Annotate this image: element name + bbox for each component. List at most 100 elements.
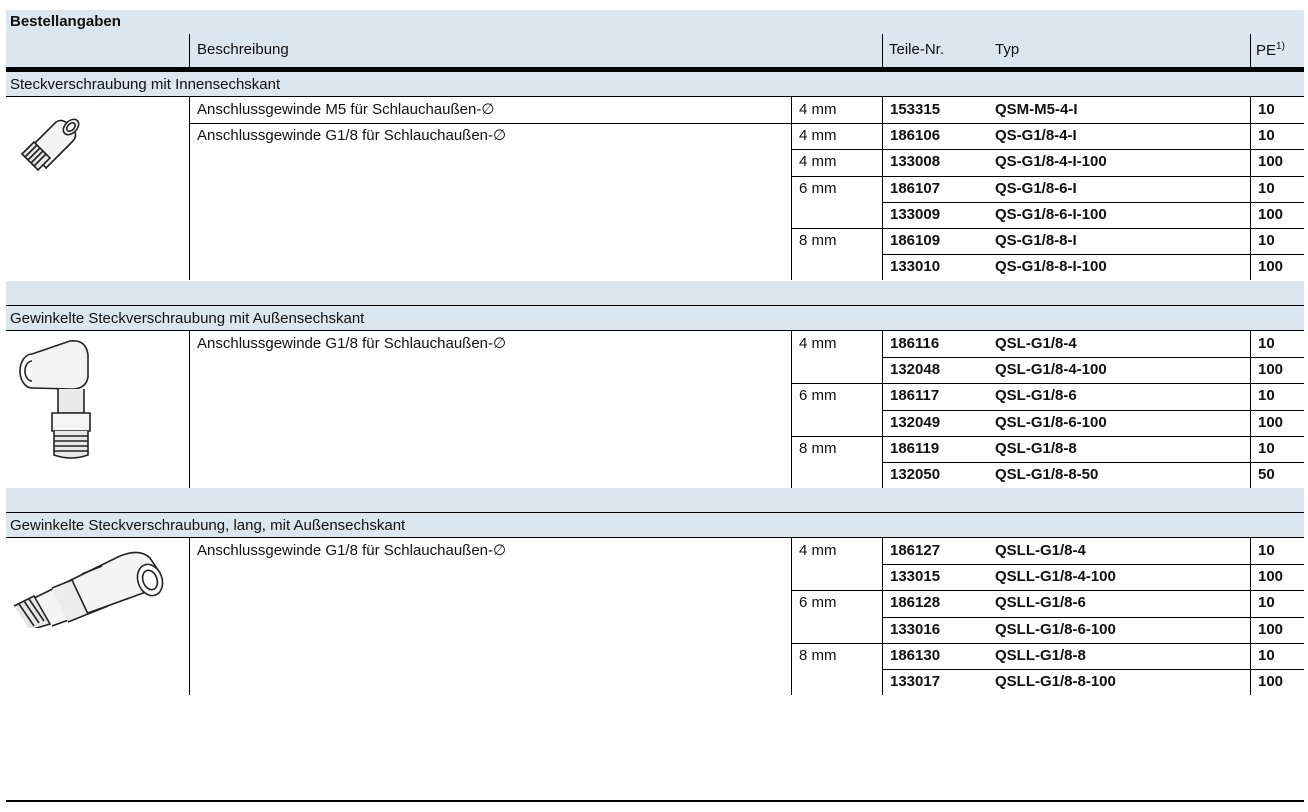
cell-pe: 100 [1258, 206, 1284, 223]
cell-type: QSLL-G1/8-8-100 [995, 673, 1116, 690]
cell-part-number: 186128 [890, 594, 941, 611]
header-typ: Typ [995, 41, 1020, 58]
cell-type: QSL-G1/8-4-100 [995, 361, 1107, 378]
cell-pe: 10 [1258, 232, 1275, 249]
cell-type: QS-G1/8-4-I [995, 127, 1077, 144]
cell-size: 6 mm [799, 594, 837, 611]
cell-size: 8 mm [799, 440, 837, 457]
cell-part-number: 186127 [890, 542, 941, 559]
cell-size: 6 mm [799, 180, 837, 197]
cell-type: QSLL-G1/8-4-100 [995, 568, 1116, 585]
cell-type: QSL-G1/8-8-50 [995, 466, 1099, 483]
cell-size: 6 mm [799, 387, 837, 404]
header-teile-nr: Teile-Nr. [889, 41, 945, 58]
cell-part-number: 132048 [890, 361, 941, 378]
table-row: 8 mm 186130 QSLL-G1/8-8 10 [6, 643, 1304, 669]
cell-type: QSL-G1/8-4 [995, 335, 1077, 352]
section-title: Gewinkelte Steckverschraubung mit Außens… [6, 305, 1304, 331]
cell-type: QS-G1/8-8-I-100 [995, 258, 1107, 275]
section-spacer [6, 488, 1304, 512]
row-divider [882, 617, 1304, 618]
cell-pe: 100 [1258, 621, 1284, 638]
cell-size: 4 mm [799, 542, 837, 559]
cell-size: 4 mm [799, 153, 837, 170]
cell-type: QSLL-G1/8-6 [995, 594, 1086, 611]
table-row: 6 mm 186128 QSLL-G1/8-6 10 [6, 590, 1304, 616]
cell-pe: 10 [1258, 127, 1275, 144]
section-block: Anschlussgewinde G1/8 für Schlauchaußen-… [6, 538, 1304, 695]
cell-type: QSLL-G1/8-6-100 [995, 621, 1116, 638]
cell-part-number: 153315 [890, 101, 941, 118]
section-block: Anschlussgewinde G1/8 für Schlauchaußen-… [6, 331, 1304, 488]
cell-pe: 100 [1258, 414, 1284, 431]
cell-type: QS-G1/8-8-I [995, 232, 1077, 249]
section-block: Anschlussgewinde M5 für Schlauchaußen-∅ A… [6, 97, 1304, 280]
cell-part-number: 133010 [890, 258, 941, 275]
cell-pe: 100 [1258, 568, 1284, 585]
table-row: 4 mm 133008 QS-G1/8-4-I-100 100 [6, 149, 1304, 175]
cell-pe: 100 [1258, 153, 1284, 170]
table-row: 8 mm 186119 QSL-G1/8-8 10 [6, 436, 1304, 462]
row-divider [791, 383, 1304, 384]
table-row: 8 mm 186109 QS-G1/8-8-I 10 [6, 228, 1304, 254]
table-row: 6 mm 186117 QSL-G1/8-6 10 [6, 383, 1304, 409]
section-title: Gewinkelte Steckverschraubung, lang, mit… [6, 512, 1304, 538]
cell-size: 4 mm [799, 127, 837, 144]
cell-size: 4 mm [799, 335, 837, 352]
row-divider [882, 410, 1304, 411]
cell-part-number: 133015 [890, 568, 941, 585]
row-divider [882, 669, 1304, 670]
cell-type: QSM-M5-4-I [995, 101, 1078, 118]
cell-part-number: 186117 [890, 387, 940, 404]
header-pe: PE1) [1256, 41, 1285, 59]
cell-part-number: 186119 [890, 440, 940, 457]
cell-pe: 10 [1258, 647, 1275, 664]
order-table-page: Bestellangaben Beschreibung Teile-Nr. Ty… [0, 0, 1308, 812]
header-pe-footnote: 1) [1276, 41, 1285, 52]
cell-type: QSL-G1/8-6-100 [995, 414, 1107, 431]
section-spacer [6, 281, 1304, 305]
cell-size: 8 mm [799, 647, 837, 664]
long-angled-fitting-image [13, 551, 164, 628]
row-divider [882, 357, 1304, 358]
header-divider [882, 34, 883, 67]
row-divider [791, 643, 1304, 644]
cell-pe: 10 [1258, 335, 1275, 352]
cell-part-number: 186130 [890, 647, 941, 664]
row-divider [882, 254, 1304, 255]
cell-pe: 100 [1258, 361, 1284, 378]
cell-pe: 100 [1258, 673, 1284, 690]
cell-type: QSL-G1/8-6 [995, 387, 1077, 404]
cell-size: 4 mm [799, 101, 837, 118]
cell-pe: 10 [1258, 594, 1275, 611]
table-row: 133016 QSLL-G1/8-6-100 100 [6, 617, 1304, 643]
table-row: 4 mm 153315 QSM-M5-4-I 10 [6, 97, 1304, 123]
page-title: Bestellangaben [6, 10, 1304, 34]
cell-type: QSL-G1/8-8 [995, 440, 1077, 457]
cell-pe: 50 [1258, 466, 1275, 483]
cell-type: QS-G1/8-6-I [995, 180, 1077, 197]
cell-pe: 10 [1258, 101, 1275, 118]
cell-type: QS-G1/8-6-I-100 [995, 206, 1107, 223]
table-row: 132049 QSL-G1/8-6-100 100 [6, 410, 1304, 436]
table-row: 132048 QSL-G1/8-4-100 100 [6, 357, 1304, 383]
cell-part-number: 133017 [890, 673, 941, 690]
row-divider [791, 176, 1304, 177]
row-divider [882, 462, 1304, 463]
cell-type: QSLL-G1/8-4 [995, 542, 1086, 559]
row-divider [882, 202, 1304, 203]
row-divider [189, 123, 1304, 124]
cell-size: 8 mm [799, 232, 837, 249]
cell-part-number: 133016 [890, 621, 941, 638]
header-pe-label: PE [1256, 42, 1277, 59]
table-header: Beschreibung Teile-Nr. Typ PE1) [6, 34, 1304, 71]
cell-part-number: 132049 [890, 414, 941, 431]
cell-pe: 10 [1258, 180, 1275, 197]
cell-part-number: 132050 [890, 466, 941, 483]
table-row: 133010 QS-G1/8-8-I-100 100 [6, 254, 1304, 280]
angled-fitting-image [19, 339, 91, 459]
cell-pe: 10 [1258, 542, 1275, 559]
header-divider [1250, 34, 1251, 67]
section-title: Steckverschraubung mit Innensechskant [6, 71, 1304, 97]
table-row: 133015 QSLL-G1/8-4-100 100 [6, 564, 1304, 590]
